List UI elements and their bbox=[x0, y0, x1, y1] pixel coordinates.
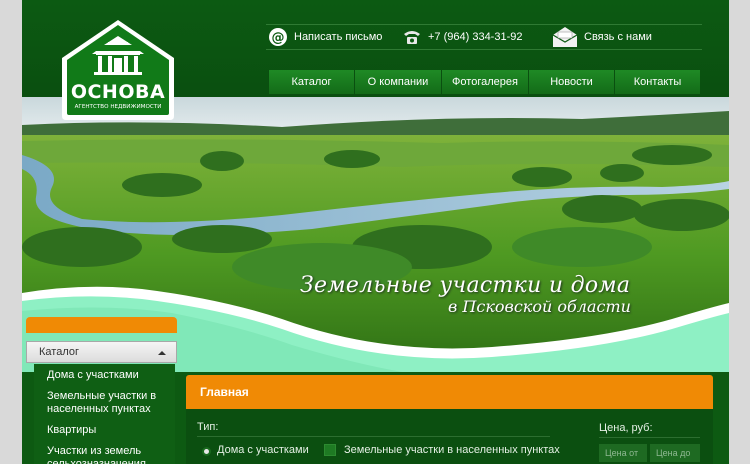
sidebar-header-bar bbox=[26, 317, 177, 333]
banner-title: Земельные участки и дома bbox=[300, 273, 631, 298]
type-label: Тип: bbox=[197, 421, 219, 433]
sidebar-item-agricultural[interactable]: Участки из земель сельхозназначения bbox=[34, 440, 175, 464]
sidebar-item-apartments[interactable]: Квартиры bbox=[34, 419, 175, 440]
phone-number-text: +7 (964) 334-31-92 bbox=[428, 31, 523, 43]
phone-number: +7 (964) 334-31-92 bbox=[402, 26, 522, 48]
radio-houses[interactable] bbox=[202, 447, 211, 456]
svg-text:@: @ bbox=[272, 31, 285, 46]
checkbox-land-plots[interactable] bbox=[324, 444, 336, 456]
email-link[interactable]: @ Написать письмо bbox=[268, 26, 382, 48]
header-divider bbox=[266, 24, 702, 25]
nav-item-contacts[interactable]: Контакты bbox=[614, 70, 700, 94]
price-divider bbox=[599, 437, 700, 438]
feedback-link-label: Связь с нами bbox=[584, 31, 652, 43]
logo-tagline: АГЕНТСТВО НЕДВИЖИМОСТИ bbox=[75, 104, 162, 110]
catalog-select[interactable]: Каталог bbox=[26, 341, 177, 363]
logo-name: ОСНОВА bbox=[71, 81, 165, 103]
sidebar-item-houses[interactable]: Дома с участками bbox=[34, 364, 175, 385]
search-filter-panel: Тип: Дома с участками Земельные участки … bbox=[186, 409, 713, 464]
price-to-input[interactable]: Цена до bbox=[650, 444, 700, 462]
banner-subtitle: в Псковской области bbox=[448, 297, 631, 316]
nav-item-about[interactable]: О компании bbox=[354, 70, 441, 94]
type-divider bbox=[197, 436, 550, 437]
envelope-icon bbox=[552, 26, 578, 48]
site-logo[interactable]: ОСНОВА АГЕНТСТВО НЕДВИЖИМОСТИ bbox=[60, 18, 176, 122]
nav-item-catalog[interactable]: Каталог bbox=[268, 70, 354, 94]
catalog-select-value: Каталог bbox=[39, 346, 79, 358]
page-title: Главная bbox=[186, 375, 713, 409]
at-sign-icon: @ bbox=[268, 27, 288, 47]
sidebar-menu: Дома с участками Земельные участки в нас… bbox=[34, 364, 175, 464]
price-from-input[interactable]: Цена от bbox=[599, 444, 647, 462]
email-link-label: Написать письмо bbox=[294, 31, 383, 43]
phone-icon bbox=[402, 27, 422, 47]
feedback-link[interactable]: Связь с нами bbox=[552, 26, 652, 48]
sidebar-item-land-plots[interactable]: Земельные участки в населенных пунктах bbox=[34, 385, 175, 419]
option-land-plots-label: Земельные участки в населенных пунктах bbox=[344, 444, 560, 456]
nav-item-gallery[interactable]: Фотогалерея bbox=[441, 70, 528, 94]
option-houses-label: Дома с участками bbox=[217, 444, 309, 456]
page: @ Написать письмо +7 (964) 334-31-92 Свя… bbox=[22, 0, 729, 464]
price-label: Цена, руб: bbox=[599, 422, 653, 434]
caret-up-icon bbox=[158, 351, 166, 355]
nav-item-news[interactable]: Новости bbox=[528, 70, 614, 94]
header-divider bbox=[266, 49, 702, 50]
main-nav: Каталог О компании Фотогалерея Новости К… bbox=[268, 70, 700, 94]
